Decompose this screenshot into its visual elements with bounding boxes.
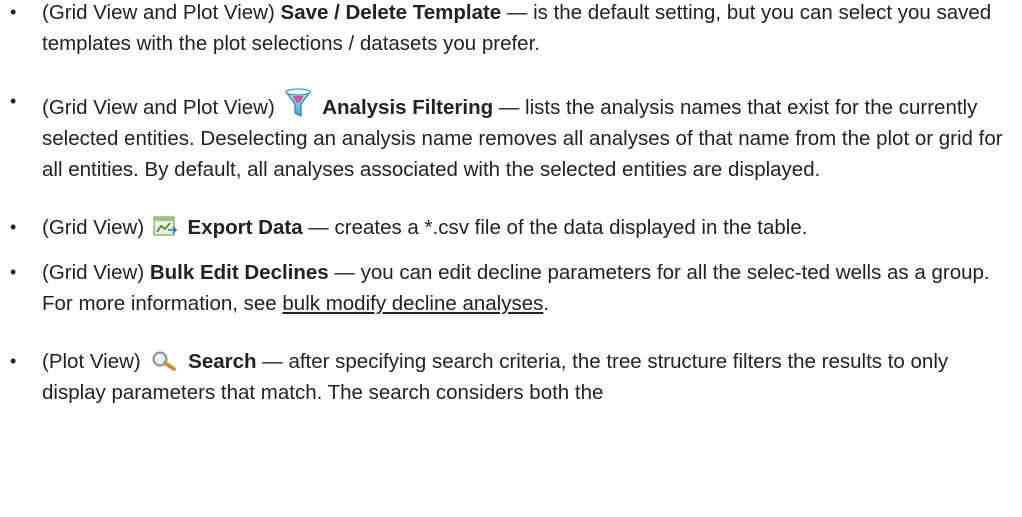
item-description-end: . [543,292,550,315]
list-item-save-delete-template: (Grid View and Plot View) Save / Delete … [0,0,1022,59]
term-save-delete-template: Save / Delete Template [280,1,502,24]
term-export-data: Export Data [187,216,303,239]
view-label: (Grid View) [42,216,145,239]
view-label: (Grid View and Plot View) [42,96,275,119]
term-analysis-filtering: Analysis Filtering [322,96,494,119]
list-item-bulk-edit-declines: (Grid View) Bulk Edit Declines — you can… [0,257,1022,319]
export-data-icon [152,214,178,238]
view-label: (Grid View and Plot View) [42,1,275,24]
view-label: (Plot View) [42,350,141,373]
bulk-modify-decline-analyses-link[interactable]: bulk modify decline analyses [282,292,543,315]
list-item-analysis-filtering: (Grid View and Plot View) Analysis Filte… [0,86,1022,185]
term-bulk-edit-declines: Bulk Edit Declines [149,261,329,284]
view-label: (Grid View) [42,261,145,284]
term-search: Search [188,350,257,373]
search-magnifier-icon [148,350,178,372]
feature-list: (Grid View and Plot View) Save / Delete … [0,0,1022,408]
list-item-search: (Plot View) Search — after specifying se… [0,346,1022,408]
item-description: — creates a *.csv file of the data displ… [302,216,808,239]
list-item-export-data: (Grid View) Export Data — creates a *.cs… [0,212,1022,243]
filter-funnel-icon [283,86,313,120]
